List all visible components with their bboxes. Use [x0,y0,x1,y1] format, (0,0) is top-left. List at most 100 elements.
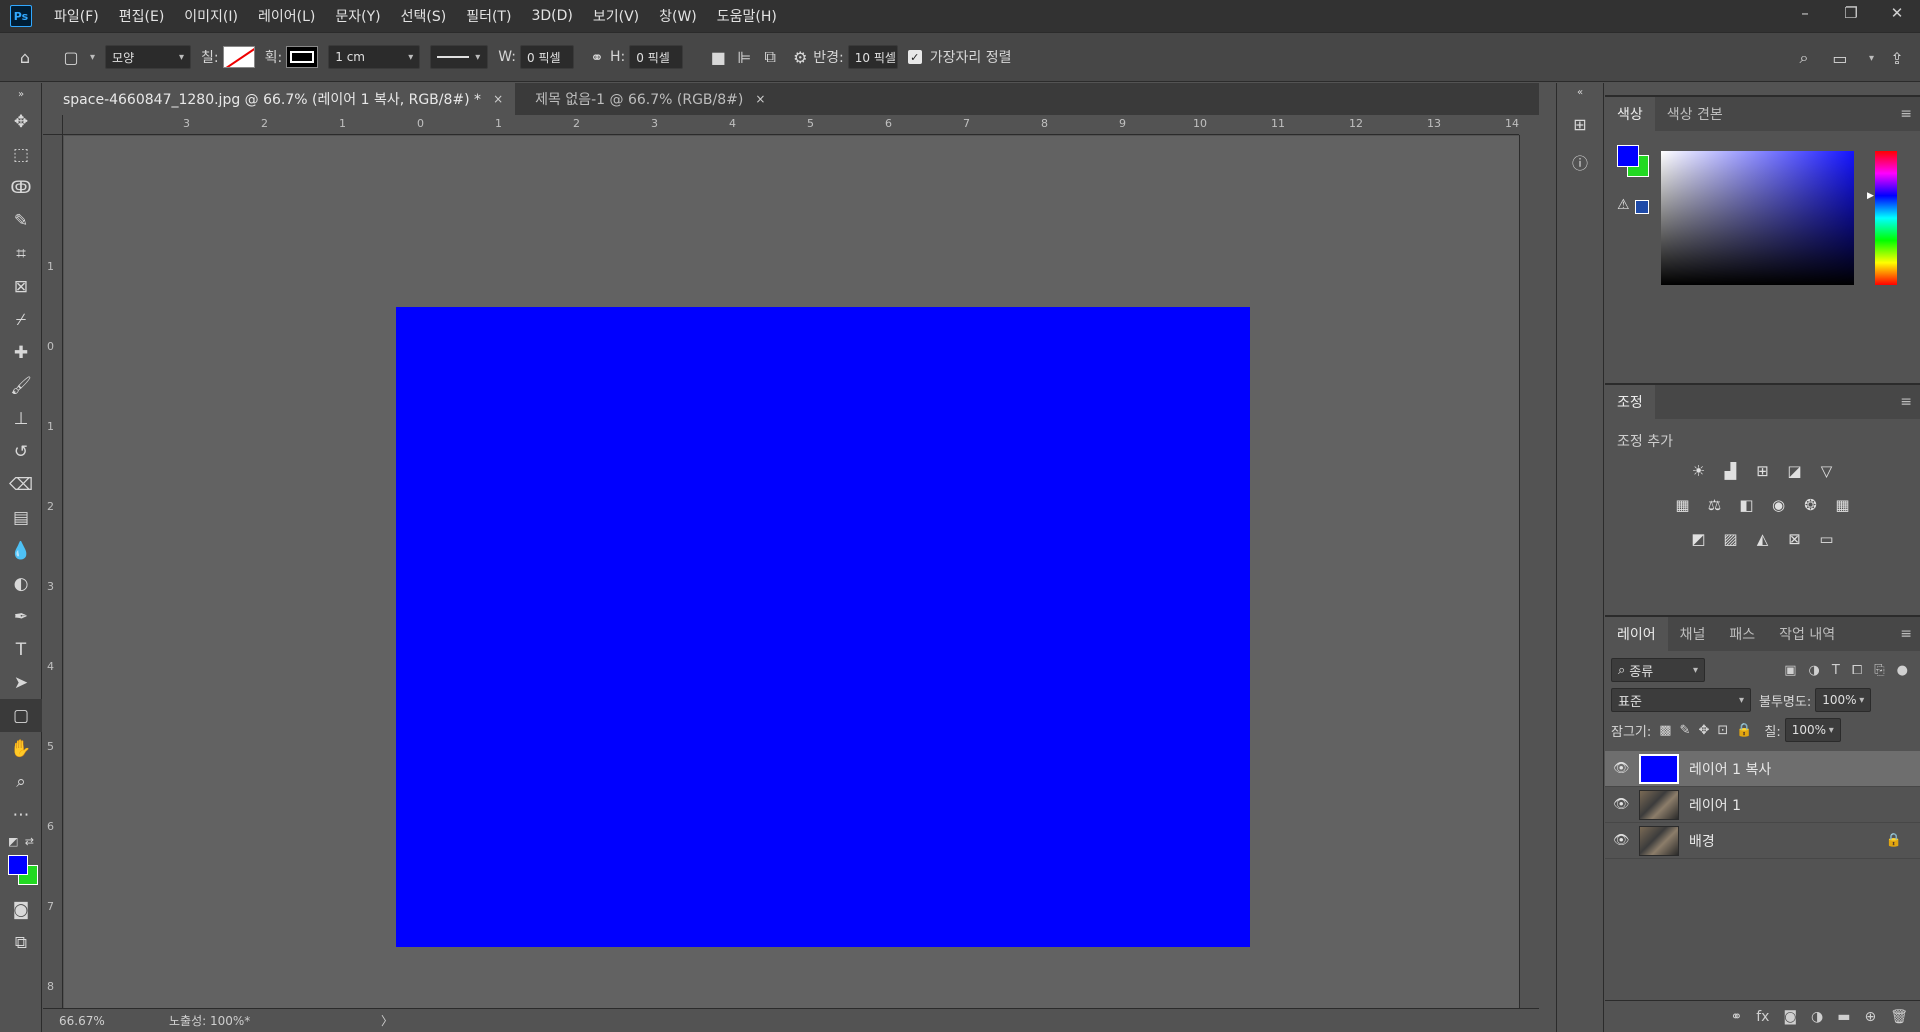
dodge-tool-icon[interactable]: ◐ [0,567,42,600]
default-colors-icon[interactable]: ◩ [8,835,18,848]
color-lookup-icon[interactable]: ▦ [1832,495,1854,515]
height-input[interactable]: 0 픽셀 [629,45,684,69]
menu-file[interactable]: 파일(F) [54,6,99,26]
new-layer-icon[interactable]: ⊕ [1864,1009,1876,1025]
vibrance-icon[interactable]: ▽ [1816,461,1838,481]
quick-mask-icon[interactable]: ◙ [0,893,42,926]
move-tool-icon[interactable]: ✥ [0,105,42,138]
shape-tool-icon[interactable]: ▢ [0,699,42,732]
hue-slider[interactable] [1875,151,1897,285]
tool-preset-picker[interactable]: ▢ ▾ [58,44,95,70]
threshold-icon[interactable]: ◭ [1752,529,1774,549]
menu-edit[interactable]: 편집(E) [119,6,165,26]
zoom-level[interactable]: 66.67% [59,1014,169,1028]
lock-icons[interactable]: ▩✎✥⊡🔒 [1659,723,1760,738]
eraser-tool-icon[interactable]: ⌫ [0,468,42,501]
document-canvas[interactable] [396,307,1250,947]
hand-tool-icon[interactable]: ✋ [0,732,42,765]
quick-select-tool-icon[interactable]: ✎ [0,204,42,237]
path-operations-icon[interactable]: ■ [705,44,731,70]
share-icon[interactable]: ⇪ [1884,45,1910,71]
menu-layer[interactable]: 레이어(L) [258,6,315,26]
shape-mode-select[interactable]: 모양 ▾ [105,45,192,69]
visibility-eye-icon[interactable]: 👁 [1613,797,1630,812]
tab-channels[interactable]: 채널 [1668,617,1718,651]
tab-swatches[interactable]: 색상 견본 [1655,97,1735,131]
tab-adjustments[interactable]: 조정 [1605,385,1655,419]
vertical-ruler[interactable]: 1 0 1 2 3 4 5 6 7 8 [43,135,63,1008]
web-safe-swatch[interactable] [1635,200,1649,214]
status-menu-arrow[interactable]: 〉 [381,1012,393,1029]
home-icon[interactable]: ⌂ [12,44,38,70]
pixel-filter-icon[interactable]: ▣ [1784,663,1796,678]
fill-input[interactable]: 100% ▾ [1784,718,1841,742]
align-edges-checkbox[interactable]: ✓ [907,50,922,64]
canvas-pasteboard[interactable] [64,136,1519,1008]
menu-3d[interactable]: 3D(D) [531,8,572,24]
photo-filter-icon[interactable]: ◉ [1768,495,1790,515]
opacity-input[interactable]: 100% ▾ [1815,688,1872,712]
posterize-icon[interactable]: ▨ [1720,529,1742,549]
blur-tool-icon[interactable]: 💧 [0,534,42,567]
type-tool-icon[interactable]: T [0,633,42,666]
gradient-tool-icon[interactable]: ▤ [0,501,42,534]
healing-brush-tool-icon[interactable]: ✚ [0,336,42,369]
hue-saturation-icon[interactable]: ▦ [1672,495,1694,515]
new-adjustment-icon[interactable]: ◑ [1811,1009,1823,1025]
pen-tool-icon[interactable]: ✒ [0,600,42,633]
menu-type[interactable]: 문자(Y) [335,6,380,26]
radius-input[interactable]: 10 픽셀 [847,45,898,69]
crop-tool-icon[interactable]: ⌗ [0,237,42,270]
tab-paths[interactable]: 패스 [1717,617,1767,651]
workspace-icon[interactable]: ▭ [1827,45,1853,71]
black-white-icon[interactable]: ◧ [1736,495,1758,515]
panel-menu-icon[interactable]: ≡ [1900,394,1912,410]
history-brush-tool-icon[interactable]: ↺ [0,435,42,468]
close-tab-icon[interactable]: × [755,92,765,106]
visibility-eye-icon[interactable]: 👁 [1613,761,1630,776]
link-layers-icon[interactable]: ⚭ [1730,1009,1742,1025]
stroke-width-field[interactable]: 1 cm ▾ [328,45,421,69]
fx-icon[interactable]: fx [1756,1009,1769,1025]
menu-filter[interactable]: 필터(T) [466,6,511,26]
stroke-type-select[interactable]: ▾ [430,45,489,69]
trash-icon[interactable]: 🗑 [1890,1009,1908,1025]
horizontal-ruler[interactable]: 3 2 1 0 1 2 3 4 5 6 7 8 9 10 11 12 13 14 [63,115,1519,135]
brush-tool-icon[interactable]: 🖌 [0,369,42,402]
ruler-corner[interactable] [43,115,63,135]
tab-color[interactable]: 색상 [1605,97,1655,131]
blend-mode-select[interactable]: 표준 ▾ [1611,688,1751,712]
document-tab[interactable]: 제목 없음-1 @ 66.7% (RGB/8#) × [515,83,777,115]
menu-select[interactable]: 선택(S) [401,6,447,26]
exposure-icon[interactable]: ◪ [1784,461,1806,481]
curves-icon[interactable]: ⊞ [1752,461,1774,481]
hue-slider-marker-icon[interactable]: ▶ [1867,191,1874,201]
path-alignment-icon[interactable]: ⊫ [731,44,757,70]
screen-mode-icon[interactable]: ⧉ [0,926,42,959]
stamp-tool-icon[interactable]: ⊥ [0,402,42,435]
smart-object-filter-icon[interactable]: ⎘ [1874,663,1884,678]
selective-color-icon[interactable]: ⊠ [1784,529,1806,549]
eyedropper-tool-icon[interactable]: ⌿ [0,303,42,336]
swap-colors-icon[interactable]: ⇄ [25,835,34,848]
type-filter-icon[interactable]: T [1832,663,1840,678]
layer-row[interactable]: 👁 레이어 1 복사 [1605,751,1920,787]
adjustment-filter-icon[interactable]: ◑ [1809,663,1820,678]
panel-menu-icon[interactable]: ≡ [1900,626,1912,642]
tab-layers[interactable]: 레이어 [1605,617,1668,651]
tab-history[interactable]: 작업 내역 [1767,617,1847,651]
color-field[interactable] [1661,151,1854,285]
collapse-icon[interactable]: « [1567,85,1593,99]
zoom-tool-icon[interactable]: ⌕ [0,765,42,798]
vertical-scrollbar[interactable] [1519,135,1539,1008]
close-tab-icon[interactable]: × [493,92,503,106]
minimize-icon[interactable]: – [1782,0,1828,26]
collapse-icon[interactable]: » [0,83,42,105]
width-input[interactable]: 0 픽셀 [520,45,574,69]
levels-icon[interactable]: ▟ [1720,461,1742,481]
add-mask-icon[interactable]: ◙ [1783,1009,1797,1025]
libraries-icon[interactable]: ⊞ [1567,111,1593,137]
gradient-map-icon[interactable]: ▭ [1816,529,1838,549]
gear-icon[interactable]: ⚙ [787,44,813,70]
new-group-icon[interactable]: ▬ [1837,1009,1850,1025]
